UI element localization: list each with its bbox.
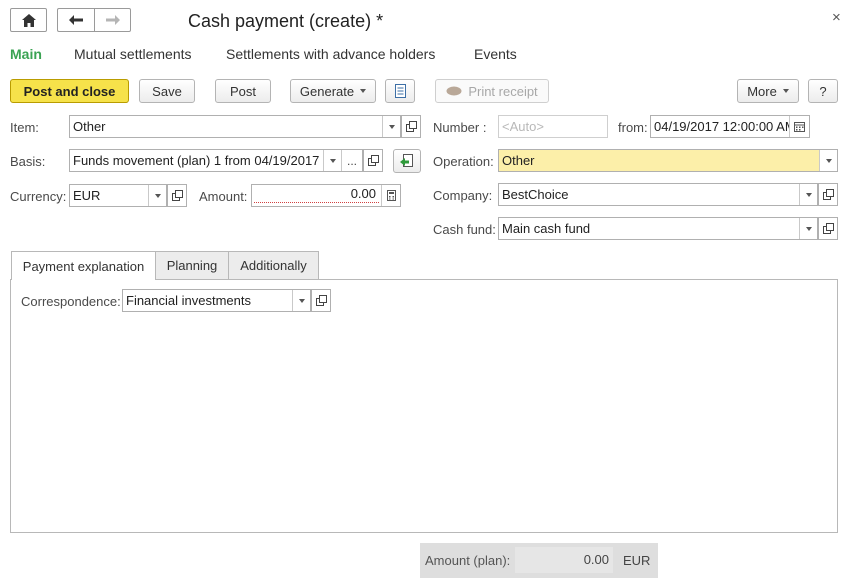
arrow-left-icon — [69, 15, 83, 25]
number-label: Number : — [433, 120, 487, 135]
item-value: Other — [73, 119, 106, 134]
currency-label: Currency: — [10, 189, 67, 204]
basis-select-button[interactable]: ... — [341, 150, 362, 171]
section-advance-holders[interactable]: Settlements with advance holders — [226, 46, 435, 62]
section-main[interactable]: Main — [10, 46, 42, 62]
item-dropdown-button[interactable] — [382, 116, 400, 137]
currency-value: EUR — [73, 188, 101, 203]
basis-field[interactable]: Funds movement (plan) 1 from 04/19/2017 … — [69, 149, 363, 172]
correspondence-dropdown-button[interactable] — [292, 290, 310, 311]
open-icon — [315, 295, 327, 306]
cash-fund-value: Main cash fund — [502, 221, 591, 236]
company-value: BestChoice — [502, 187, 569, 202]
date-value: 04/19/2017 12:00:00 AM — [654, 119, 789, 134]
cash-fund-field[interactable]: Main cash fund — [498, 217, 818, 240]
more-button[interactable]: More — [737, 79, 799, 103]
company-open-button[interactable] — [818, 183, 838, 206]
tab-payment-explanation[interactable]: Payment explanation — [11, 251, 156, 280]
close-icon[interactable]: × — [832, 9, 841, 26]
open-icon — [822, 223, 834, 234]
more-label: More — [747, 83, 777, 99]
amount-plan-label: Amount (plan): — [425, 553, 511, 568]
amount-value: 0.00 — [254, 186, 379, 203]
date-field[interactable]: 04/19/2017 12:00:00 AM — [650, 115, 810, 138]
receipt-icon — [446, 86, 462, 96]
document-icon — [394, 84, 406, 98]
open-icon — [405, 121, 417, 132]
company-label: Company: — [433, 188, 493, 203]
item-label: Item: — [10, 120, 39, 135]
help-button[interactable]: ? — [808, 79, 838, 103]
tab-additionally[interactable]: Additionally — [228, 251, 319, 279]
report-button[interactable] — [385, 79, 415, 103]
basis-label: Basis: — [10, 154, 46, 169]
correspondence-open-button[interactable] — [311, 289, 331, 312]
amount-plan-value: 0.00 — [515, 547, 613, 573]
basis-dropdown-button[interactable] — [323, 150, 341, 171]
arrow-right-icon — [105, 15, 120, 25]
section-mutual-settlements[interactable]: Mutual settlements — [74, 46, 192, 62]
currency-open-button[interactable] — [167, 184, 187, 207]
calendar-icon[interactable] — [789, 116, 809, 137]
generate-label: Generate — [299, 83, 355, 99]
save-button[interactable]: Save — [139, 79, 195, 103]
tab-planning[interactable]: Planning — [155, 251, 229, 279]
fill-document-icon — [400, 154, 413, 167]
print-receipt-label: Print receipt — [468, 83, 538, 99]
currency-field[interactable]: EUR — [69, 184, 167, 207]
home-button[interactable] — [10, 8, 47, 32]
company-dropdown-button[interactable] — [799, 184, 817, 205]
item-field[interactable]: Other — [69, 115, 401, 138]
print-receipt-button[interactable]: Print receipt — [435, 79, 549, 103]
open-icon — [171, 190, 183, 201]
fill-by-basis-button[interactable] — [393, 149, 421, 173]
forward-button[interactable] — [94, 8, 131, 32]
company-field[interactable]: BestChoice — [498, 183, 818, 206]
post-and-close-button[interactable]: Post and close — [10, 79, 129, 103]
operation-value: Other — [502, 153, 535, 168]
operation-dropdown-button[interactable] — [819, 150, 837, 171]
cash-fund-label: Cash fund: — [433, 222, 496, 237]
amount-label: Amount: — [199, 189, 248, 204]
item-open-button[interactable] — [401, 115, 421, 138]
open-icon — [367, 155, 379, 166]
chevron-down-icon — [360, 89, 367, 93]
operation-label: Operation: — [433, 154, 494, 169]
correspondence-label: Correspondence: — [21, 294, 121, 309]
cash-fund-dropdown-button[interactable] — [799, 218, 817, 239]
amount-field[interactable]: 0.00 — [251, 184, 401, 207]
basis-value: Funds movement (plan) 1 from 04/19/2017 — [73, 153, 320, 168]
correspondence-field[interactable]: Financial investments — [122, 289, 311, 312]
correspondence-value: Financial investments — [126, 293, 251, 308]
cash-fund-open-button[interactable] — [818, 217, 838, 240]
chevron-down-icon — [782, 89, 789, 93]
home-icon — [21, 13, 36, 27]
calculator-icon[interactable] — [381, 185, 400, 206]
number-placeholder: <Auto> — [502, 119, 544, 134]
post-button[interactable]: Post — [215, 79, 271, 103]
basis-open-button[interactable] — [363, 149, 383, 172]
amount-plan-currency: EUR — [623, 553, 651, 568]
number-field[interactable]: <Auto> — [498, 115, 608, 138]
from-label: from: — [618, 120, 648, 135]
section-events[interactable]: Events — [474, 46, 517, 62]
tab-panel — [10, 279, 838, 533]
window-title: Cash payment (create) * — [188, 11, 384, 31]
open-icon — [822, 189, 834, 200]
currency-dropdown-button[interactable] — [148, 185, 166, 206]
generate-button[interactable]: Generate — [290, 79, 376, 103]
operation-field[interactable]: Other — [498, 149, 838, 172]
back-button[interactable] — [57, 8, 94, 32]
